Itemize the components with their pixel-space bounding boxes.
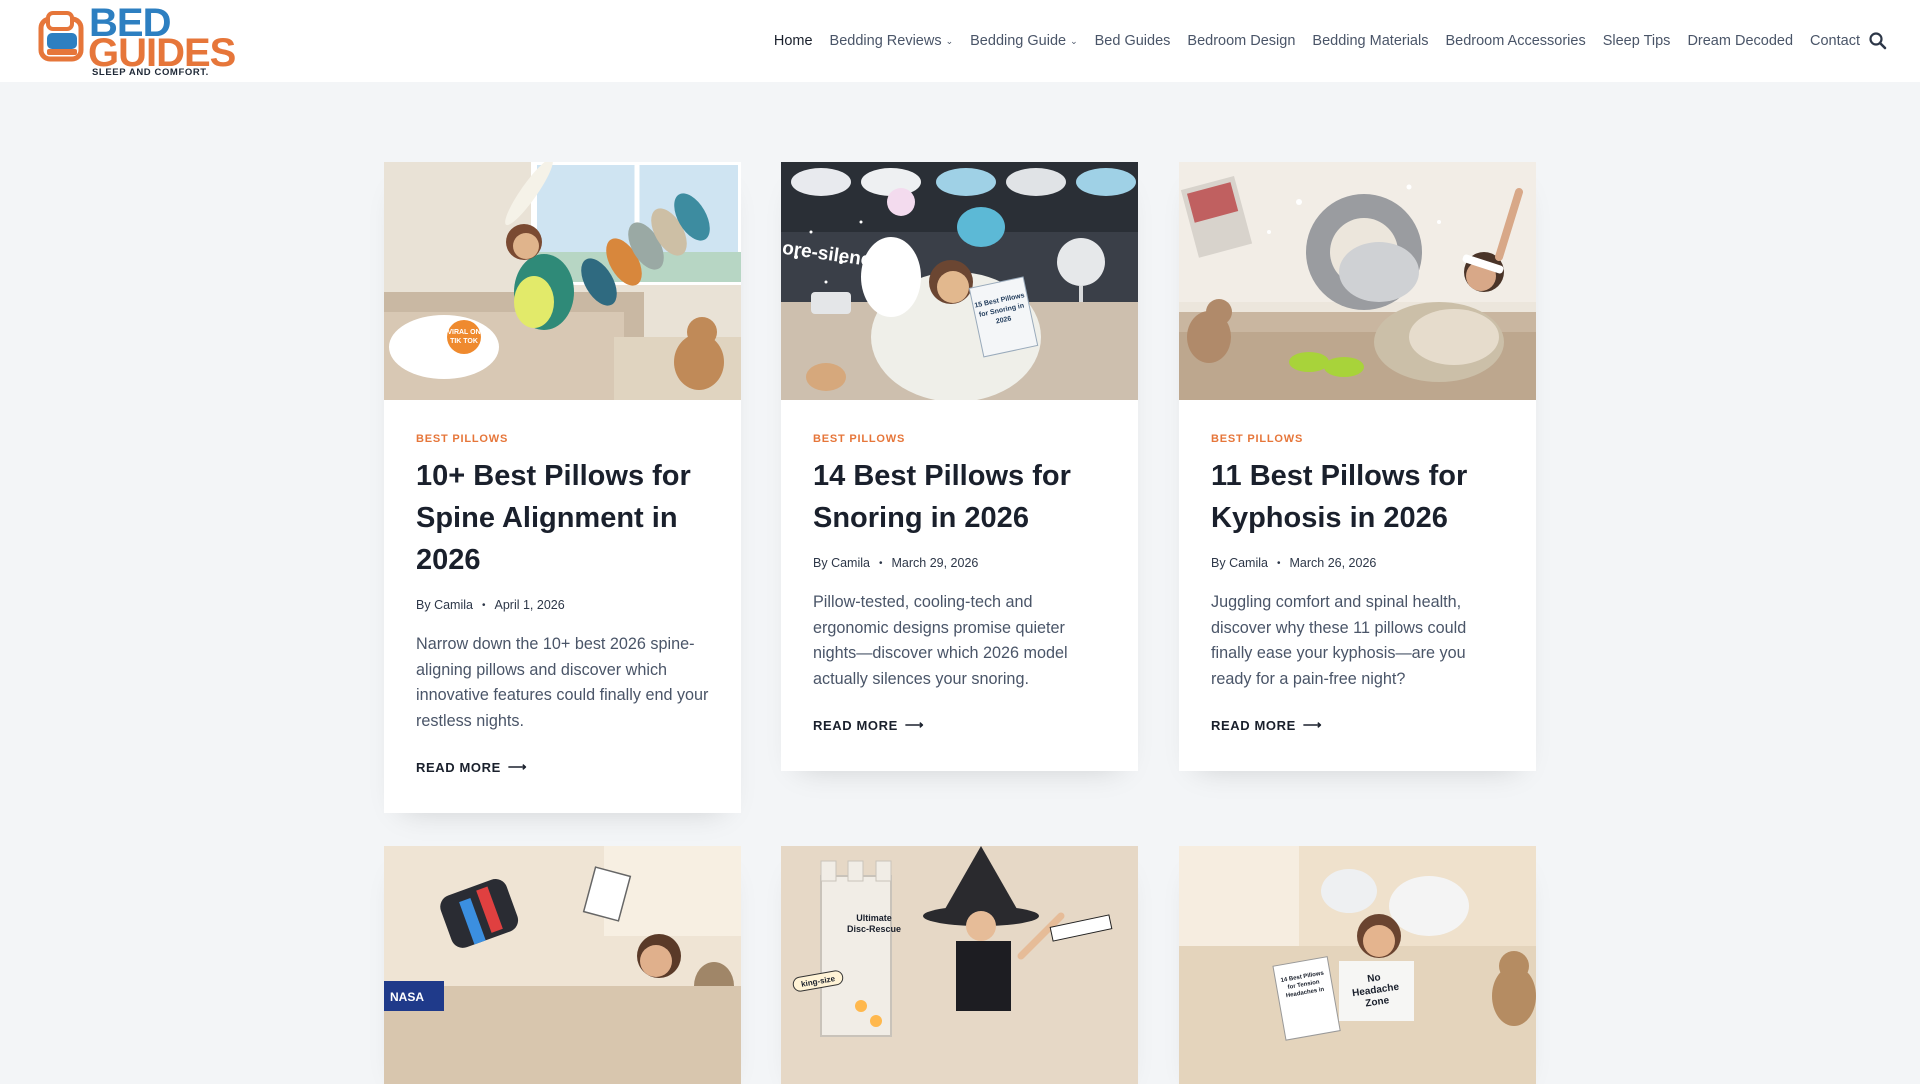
logo-tagline: SLEEP AND COMFORT. [92,67,209,78]
post-meta: By Camila • March 26, 2026 [1211,556,1504,570]
image-label-text: Ultimate [856,913,892,923]
nav-label: Bedroom Design [1187,33,1296,49]
nav-item-bed-guides[interactable]: Bed Guides [1095,33,1171,49]
image-label-text: Disc-Rescue [847,924,901,934]
post-author[interactable]: Camila [831,556,870,570]
read-more-label: READ MORE [1211,717,1296,733]
meta-separator: • [878,557,883,569]
post-thumbnail[interactable]: NASA [384,846,741,1084]
search-icon[interactable] [1868,31,1888,51]
post-thumbnail[interactable]: No Headache Zone 14 Best Pillows for Ten… [1179,846,1536,1084]
nav-label: Dream Decoded [1687,33,1794,49]
post-image: No Headache Zone 14 Best Pillows for Ten… [1179,846,1536,1084]
post-category[interactable]: BEST PILLOWS [1211,433,1504,445]
post-title[interactable]: 14 Best Pillows for Snoring in 2026 [813,455,1106,539]
nav-label: Bedding Guide [970,33,1067,49]
arrow-right-icon: ⟶ [904,717,925,732]
post-image: 15 Best Pillows for Snoring in 2026 ore-… [781,162,1138,400]
post-author[interactable]: Camila [1229,556,1268,570]
meta-separator: • [481,599,486,611]
nav-label: Sleep Tips [1602,33,1671,49]
post-excerpt: Pillow-tested, cooling-tech and ergonomi… [813,593,1068,688]
post-date: March 26, 2026 [1289,556,1377,570]
arrow-right-icon: ⟶ [507,759,528,774]
post-image: VIRAL ON TIK TOK [384,162,741,400]
image-badge-text: NASA [390,990,424,1004]
post-card: Ultimate Disc-Rescue king-size [781,846,1138,1084]
nav-label: Bedroom Accessories [1445,33,1586,49]
post-card: No Headache Zone 14 Best Pillows for Ten… [1179,846,1536,1084]
nav-item-bedroom-accessories[interactable]: Bedroom Accessories [1445,33,1585,49]
bed-logo-icon [38,11,84,62]
post-meta: By Camila • March 29, 2026 [813,556,1106,570]
nav-item-sleep-tips[interactable]: Sleep Tips [1603,33,1671,49]
nav-item-contact[interactable]: Contact [1810,33,1860,49]
nav-item-bedding-guide[interactable]: Bedding Guide ⌄ [970,33,1077,49]
byline-prefix: By [416,598,431,612]
image-shirt-text: No [1367,972,1382,985]
nav-item-bedding-materials[interactable]: Bedding Materials [1312,33,1428,49]
meta-separator: • [1276,557,1281,569]
post-excerpt: Juggling comfort and spinal health, disc… [1211,593,1467,688]
post-thumbnail[interactable]: VIRAL ON TIK TOK [384,162,741,400]
post-date: April 1, 2026 [494,598,565,612]
post-card: NASA [384,846,741,1084]
post-thumbnail[interactable]: Ultimate Disc-Rescue king-size [781,846,1138,1084]
post-date: March 29, 2026 [891,556,979,570]
post-image: Ultimate Disc-Rescue king-size [781,846,1138,1084]
site-logo[interactable]: BED GUIDES SLEEP AND COMFORT. [38,3,236,78]
post-body: BEST PILLOWS 11 Best Pillows for Kyphosi… [1179,400,1536,771]
nav-label: Bedding Materials [1312,33,1429,49]
post-category[interactable]: BEST PILLOWS [416,433,709,445]
site-header: BED GUIDES SLEEP AND COMFORT. Home Beddi… [0,0,1920,82]
chevron-down-icon: ⌄ [1070,35,1078,46]
post-body: BEST PILLOWS 14 Best Pillows for Snoring… [781,400,1138,771]
byline-prefix: By [813,556,828,570]
post-thumbnail[interactable] [1179,162,1536,400]
post-image [1179,162,1536,400]
byline-prefix: By [1211,556,1226,570]
post-title[interactable]: 10+ Best Pillows for Spine Alignment in … [416,455,709,581]
image-badge-text: VIRAL ON [447,329,480,336]
nav-item-dream-decoded[interactable]: Dream Decoded [1687,33,1793,49]
image-badge-text: TIK TOK [450,338,478,345]
post-thumbnail[interactable]: 15 Best Pillows for Snoring in 2026 ore-… [781,162,1138,400]
read-more-link[interactable]: READ MORE ⟶ [1211,717,1322,733]
nav-label: Bed Guides [1094,33,1171,49]
read-more-link[interactable]: READ MORE ⟶ [416,759,527,775]
post-card: BEST PILLOWS 11 Best Pillows for Kyphosi… [1179,162,1536,771]
read-more-label: READ MORE [813,717,898,733]
read-more-link[interactable]: READ MORE ⟶ [813,717,924,733]
post-meta: By Camila • April 1, 2026 [416,598,709,612]
arrow-right-icon: ⟶ [1302,717,1323,732]
post-title[interactable]: 11 Best Pillows for Kyphosis in 2026 [1211,455,1504,539]
nav-item-home[interactable]: Home [774,33,813,49]
main-nav: Home Bedding Reviews ⌄ Bedding Guide ⌄ Bed… [757,0,1860,82]
nav-item-bedroom-design[interactable]: Bedroom Design [1187,33,1295,49]
nav-label: Bedding Reviews [829,33,942,49]
post-excerpt: Narrow down the 10+ best 2026 spine-alig… [416,635,709,730]
post-category[interactable]: BEST PILLOWS [813,433,1106,445]
nav-item-bedding-reviews[interactable]: Bedding Reviews ⌄ [830,33,954,49]
post-author[interactable]: Camila [434,598,473,612]
nav-label: Home [773,33,813,49]
chevron-down-icon: ⌄ [945,35,954,46]
nav-label: Contact [1810,33,1860,49]
post-body: BEST PILLOWS 10+ Best Pillows for Spine … [384,400,741,813]
post-card: 15 Best Pillows for Snoring in 2026 ore-… [781,162,1138,771]
read-more-label: READ MORE [416,759,501,775]
post-image: NASA [384,846,741,1084]
post-card: VIRAL ON TIK TOK BEST PILLOWS 10+ Best P… [384,162,741,813]
